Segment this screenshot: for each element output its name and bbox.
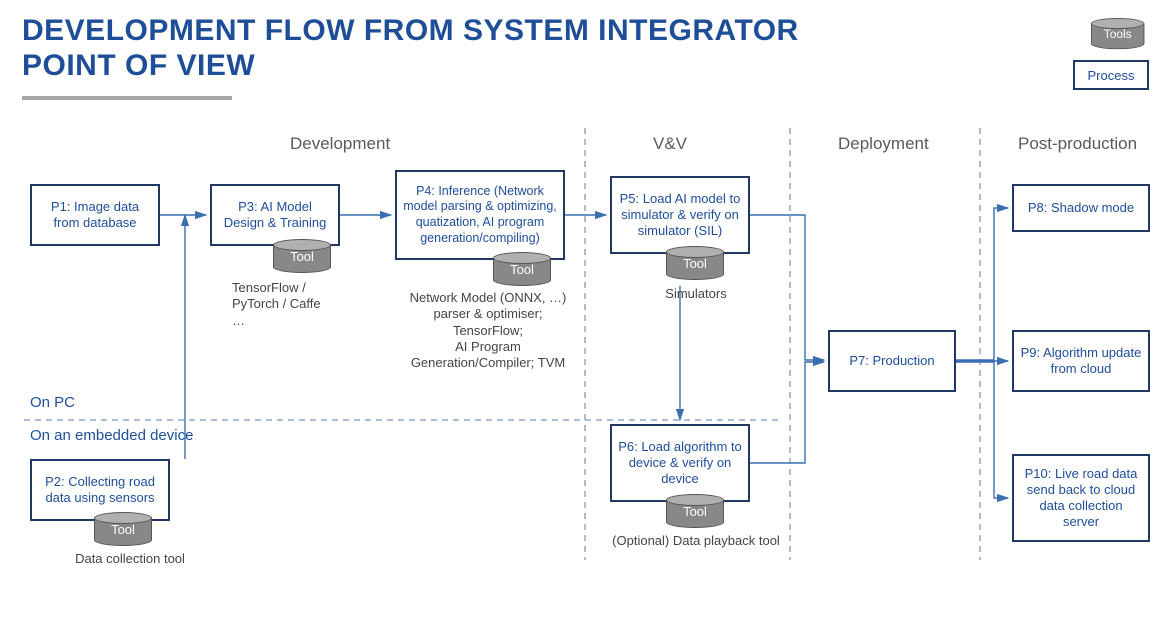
diagram-overlay xyxy=(0,0,1171,631)
cylinder-icon-p3: Tool xyxy=(273,239,331,273)
caption-p2: Data collection tool xyxy=(60,551,200,567)
title-underline xyxy=(22,96,232,100)
process-p5: P5: Load AI model to simulator & verify … xyxy=(610,176,750,254)
phase-vv: V&V xyxy=(653,134,687,154)
section-pc: On PC xyxy=(30,394,75,411)
process-p1: P1: Image data from database xyxy=(30,184,160,246)
process-p4: P4: Inference (Network model parsing & o… xyxy=(395,170,565,260)
process-p10: P10: Live road data send back to cloud d… xyxy=(1012,454,1150,542)
section-embedded: On an embedded device xyxy=(30,427,193,444)
caption-p6: (Optional) Data playback tool xyxy=(596,533,796,549)
cylinder-icon-p4: Tool xyxy=(493,252,551,286)
caption-p5: Simulators xyxy=(646,286,746,302)
caption-p3: TensorFlow / PyTorch / Caffe … xyxy=(232,280,330,329)
process-p6: P6: Load algorithm to device & verify on… xyxy=(610,424,750,502)
process-p8: P8: Shadow mode xyxy=(1012,184,1150,232)
phase-postprod: Post-production xyxy=(1018,134,1137,154)
phase-deployment: Deployment xyxy=(838,134,929,154)
legend-tool: Tools xyxy=(1091,18,1149,52)
process-p3: P3: AI Model Design & Training xyxy=(210,184,340,246)
legend-process-label: Process xyxy=(1088,68,1135,83)
cylinder-icon-p2: Tool xyxy=(94,512,152,546)
page-title: DEVELOPMENT FLOW FROM SYSTEM INTEGRATOR … xyxy=(22,14,799,83)
phase-development: Development xyxy=(290,134,390,154)
title-line1: DEVELOPMENT FLOW FROM SYSTEM INTEGRATOR xyxy=(22,14,799,47)
title-line2: POINT OF VIEW xyxy=(22,49,255,82)
legend-tool-label: Tools xyxy=(1091,27,1144,41)
cylinder-icon-p5: Tool xyxy=(666,246,724,280)
caption-p4: Network Model (ONNX, …) parser & optimis… xyxy=(404,290,572,371)
cylinder-icon-p6: Tool xyxy=(666,494,724,528)
process-p7: P7: Production xyxy=(828,330,956,392)
process-p9: P9: Algorithm update from cloud xyxy=(1012,330,1150,392)
legend-process: Process xyxy=(1073,60,1149,90)
